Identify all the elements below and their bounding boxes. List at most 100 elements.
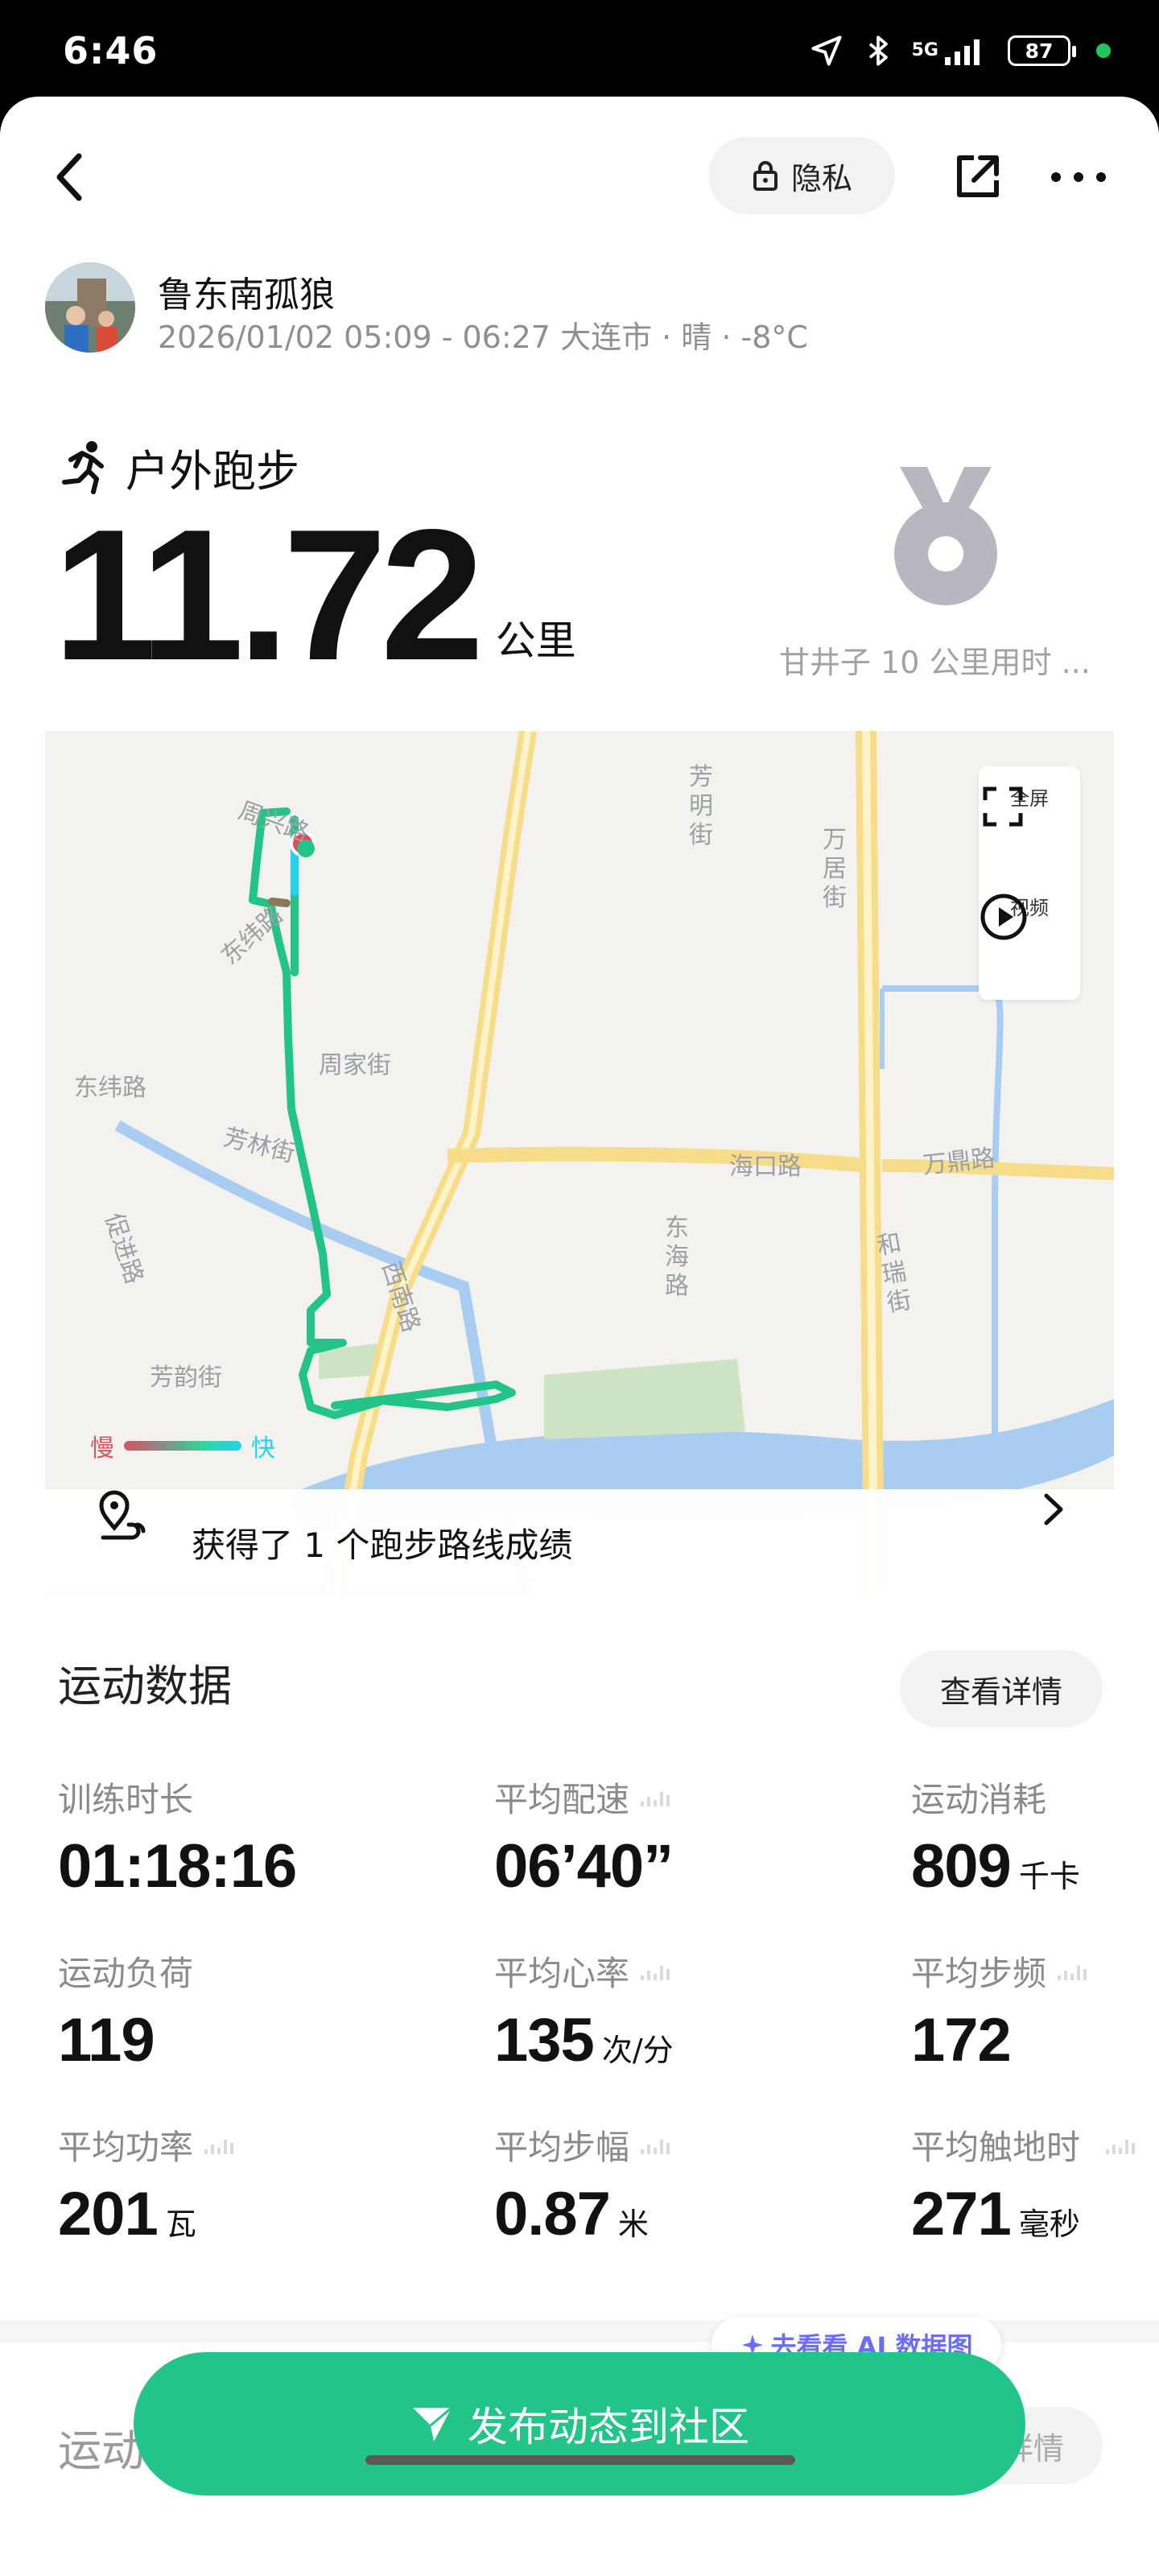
stat-training-load: 运动负荷 119 bbox=[58, 1946, 396, 2075]
stat-label: 运动负荷 bbox=[58, 1954, 194, 1993]
battery-level: 87 bbox=[1025, 39, 1054, 63]
avatar-photo bbox=[45, 262, 135, 353]
route-achievement-row[interactable]: 获得了 1 个跑步路线成绩 bbox=[45, 1489, 1114, 1596]
medal-badge[interactable] bbox=[885, 459, 1006, 612]
stat-value: 119 bbox=[58, 2006, 155, 2074]
medal-icon bbox=[894, 467, 997, 605]
share-icon bbox=[957, 155, 999, 197]
stats-title: 运动数据 bbox=[58, 1661, 232, 1711]
stat-value: 172 bbox=[911, 2006, 1012, 2074]
section2-title: 运动 bbox=[58, 2425, 145, 2476]
distance-unit: 公里 bbox=[495, 617, 576, 664]
stat-ground-contact[interactable]: 平均触地时 271 毫秒 bbox=[911, 2120, 1153, 2249]
more-icon bbox=[1051, 172, 1106, 182]
status-bar: 6:46 5G 87 bbox=[0, 0, 1159, 97]
route-achievement-text: 获得了 1 个跑步路线成绩 bbox=[192, 1525, 573, 1565]
street-label: 万鼎路 bbox=[921, 1144, 996, 1180]
publish-to-community-button[interactable]: 发布动态到社区 bbox=[134, 2352, 1025, 2496]
stat-duration: 训练时长 01:18:16 bbox=[58, 1773, 396, 1901]
stat-calories: 运动消耗 809 千卡 bbox=[911, 1773, 1159, 1901]
stat-value: 135 bbox=[494, 2006, 595, 2074]
street-label: 周家街 bbox=[319, 1051, 391, 1080]
video-button[interactable]: 视频 bbox=[979, 892, 1080, 940]
stat-avg-heart-rate[interactable]: 平均心率 135 次/分 bbox=[494, 1946, 832, 2075]
route-map[interactable]: 周兴路 东纬路 东纬路 周家街 芳林街 促进路 芳韵街 西南路 芳明街 万居街 … bbox=[45, 731, 1114, 1596]
stat-label: 平均触地时 bbox=[911, 2128, 1081, 2167]
play-icon bbox=[980, 894, 1027, 940]
street-label: 海口路 bbox=[729, 1153, 802, 1181]
street-label: 芳明街 bbox=[689, 763, 713, 849]
stat-value: 809 bbox=[911, 1832, 1012, 1901]
back-button[interactable] bbox=[47, 145, 95, 209]
route-pin-icon bbox=[99, 1490, 146, 1540]
view-details-button[interactable]: 查看详情 bbox=[900, 1650, 1103, 1728]
home-indicator[interactable] bbox=[365, 2455, 795, 2465]
speed-legend: 慢 快 bbox=[90, 1428, 275, 1463]
trend-chart-icon bbox=[1106, 2139, 1136, 2154]
privacy-indicator-dot bbox=[1096, 43, 1111, 58]
stat-value: 06’40” bbox=[494, 1832, 674, 1901]
privacy-label: 隐私 bbox=[790, 160, 852, 196]
more-button[interactable] bbox=[1046, 161, 1111, 193]
stat-value: 271 bbox=[911, 2180, 1012, 2248]
network-type: 5G bbox=[912, 36, 990, 65]
stat-label: 平均配速 bbox=[494, 1780, 630, 1819]
top-bar: 隐私 bbox=[0, 97, 1159, 258]
fullscreen-icon bbox=[983, 786, 1023, 827]
trend-chart-icon bbox=[204, 2139, 234, 2154]
stat-unit: 次/分 bbox=[601, 2033, 674, 2068]
speed-gradient-bar bbox=[124, 1441, 241, 1451]
trend-chart-icon bbox=[641, 1965, 670, 1980]
workout-detail-sheet: 隐私 鲁东南孤狼 2026/01/02 05:09 - 06:27 大连市 · … bbox=[0, 97, 1159, 2576]
trend-chart-icon bbox=[641, 1791, 670, 1806]
stat-avg-power[interactable]: 平均功率 201 瓦 bbox=[58, 2120, 396, 2249]
signal-icon bbox=[945, 39, 980, 65]
stat-unit: 米 bbox=[617, 2207, 649, 2242]
street-label: 万居街 bbox=[823, 826, 847, 912]
status-time: 6:46 bbox=[63, 29, 159, 72]
stat-avg-pace[interactable]: 平均配速 06’40” bbox=[494, 1773, 832, 1901]
trend-chart-icon bbox=[1058, 1965, 1087, 1980]
share-button[interactable] bbox=[950, 148, 1006, 204]
publish-label: 发布动态到社区 bbox=[468, 2404, 749, 2450]
stat-label: 平均步频 bbox=[911, 1954, 1047, 1993]
trend-chart-icon bbox=[641, 2139, 670, 2154]
chevron-left-icon bbox=[56, 153, 82, 201]
distance: 11.72 公里 bbox=[53, 491, 576, 700]
privacy-button[interactable]: 隐私 bbox=[708, 137, 895, 214]
activity-type-label: 户外跑步 bbox=[126, 445, 299, 497]
stat-value: 01:18:16 bbox=[58, 1832, 297, 1901]
medal-label[interactable]: 甘井子 10 公里用时 ... bbox=[779, 638, 1091, 682]
stat-avg-cadence[interactable]: 平均步频 172 bbox=[911, 1946, 1159, 2075]
username[interactable]: 鲁东南孤狼 bbox=[158, 266, 335, 317]
stat-label: 平均心率 bbox=[494, 1954, 630, 1993]
street-label: 东海路 bbox=[665, 1214, 689, 1300]
distance-value: 11.72 bbox=[53, 491, 485, 700]
chevron-right-icon bbox=[1044, 1493, 1063, 1525]
legend-slow: 慢 bbox=[90, 1435, 114, 1463]
legend-fast: 快 bbox=[251, 1435, 275, 1463]
location-icon bbox=[811, 35, 842, 66]
workout-meta: 2026/01/02 05:09 - 06:27 大连市 · 晴 · -8°C bbox=[158, 320, 808, 355]
bluetooth-icon bbox=[868, 35, 888, 66]
stat-label: 平均步幅 bbox=[494, 2128, 630, 2167]
avatar[interactable] bbox=[45, 262, 135, 353]
user-info: 鲁东南孤狼 2026/01/02 05:09 - 06:27 大连市 · 晴 ·… bbox=[45, 262, 1091, 359]
fullscreen-button[interactable]: 全屏 bbox=[979, 782, 1080, 827]
stat-unit: 毫秒 bbox=[1018, 2207, 1080, 2242]
status-icons: 5G 87 bbox=[809, 31, 1111, 71]
running-icon bbox=[62, 441, 104, 494]
stat-avg-stride[interactable]: 平均步幅 0.87 米 bbox=[494, 2120, 832, 2249]
stat-unit: 瓦 bbox=[165, 2207, 196, 2242]
stat-label: 训练时长 bbox=[58, 1780, 194, 1819]
send-icon bbox=[413, 2406, 452, 2442]
battery-icon: 87 bbox=[1008, 35, 1076, 66]
stat-value: 0.87 bbox=[494, 2180, 611, 2248]
stat-value: 201 bbox=[58, 2180, 159, 2248]
activity-type: 户外跑步 bbox=[56, 435, 620, 499]
street-label: 芳韵街 bbox=[150, 1364, 222, 1392]
stat-label: 运动消耗 bbox=[911, 1780, 1047, 1819]
map-controls: 全屏 视频 bbox=[979, 766, 1080, 1000]
stat-label: 平均功率 bbox=[58, 2128, 194, 2167]
stat-unit: 千卡 bbox=[1018, 1859, 1080, 1894]
